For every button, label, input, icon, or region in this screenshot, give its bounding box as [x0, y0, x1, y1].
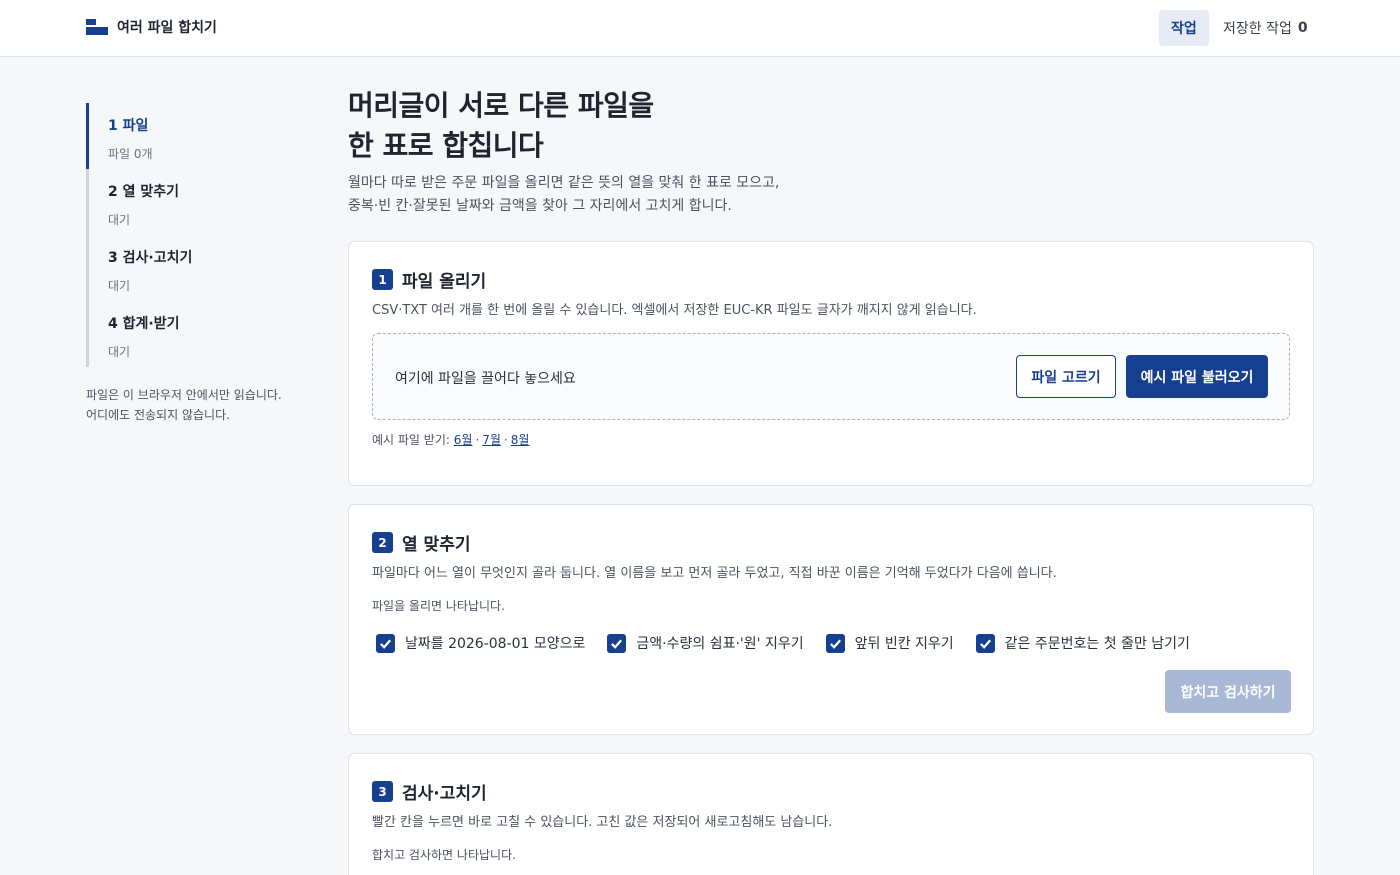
- option-normalize-date[interactable]: 날짜를 2026-08-01 모양으로: [376, 633, 585, 653]
- checkbox-checked-icon[interactable]: [975, 633, 995, 653]
- page-title: 머리글이 서로 다른 파일을 한 표로 합칩니다: [348, 86, 654, 166]
- page-title-line: 머리글이 서로 다른 파일을: [348, 89, 654, 122]
- option-label: 날짜를 2026-08-01 모양으로: [405, 636, 586, 652]
- step-label: 2 열 맞추기: [108, 184, 180, 200]
- brand[interactable]: 여러 파일 합치기: [86, 17, 217, 37]
- mapping-card: 2 열 맞추기 파일마다 어느 열이 무엇인지 골라 둡니다. 열 이름을 보고…: [348, 504, 1314, 735]
- merge-check-button[interactable]: 합치고 검사하기: [1165, 670, 1291, 713]
- step-item-mapping[interactable]: 2 열 맞추기 대기: [86, 169, 306, 235]
- mapping-card-title: 열 맞추기: [402, 535, 471, 555]
- app-logo-icon: [86, 18, 108, 36]
- saved-count: 0: [1297, 20, 1308, 36]
- file-dropzone[interactable]: 여기에 파일을 끌어다 놓으세요 파일 고르기 예시 파일 불러오기: [372, 333, 1290, 420]
- nav-saved-label: 저장한 작업: [1223, 21, 1292, 37]
- separator: ·: [503, 433, 508, 447]
- option-trim-spaces[interactable]: 앞뒤 빈칸 지우기: [825, 633, 954, 653]
- sample-downloads-label: 예시 파일 받기:: [372, 433, 450, 447]
- checkbox-checked-icon[interactable]: [376, 633, 395, 653]
- step-number-badge: 2: [372, 532, 393, 553]
- mapping-card-header: 2 열 맞추기: [372, 530, 470, 555]
- privacy-line: 파일은 이 브라우저 안에서만 읽습니다.: [86, 388, 282, 402]
- sample-downloads: 예시 파일 받기: 6월 · 7월 · 8월: [372, 431, 529, 448]
- step-item-file[interactable]: 1 파일 파일 0개: [86, 103, 306, 169]
- step-number-badge: 1: [372, 269, 393, 290]
- option-dedupe-orders[interactable]: 같은 주문번호는 첫 줄만 남기기: [975, 633, 1190, 653]
- nav-work-button[interactable]: 작업: [1159, 10, 1209, 46]
- step-item-total[interactable]: 4 합계·받기 대기: [86, 301, 306, 367]
- option-label: 앞뒤 빈칸 지우기: [854, 636, 954, 652]
- step-status: 대기: [108, 213, 131, 227]
- separator: ·: [475, 433, 480, 447]
- cleanup-options: 날짜를 2026-08-01 모양으로 금액·수량의 쉼표·'원' 지우기 앞뒤…: [376, 633, 1212, 653]
- step-label: 4 합계·받기: [108, 316, 180, 332]
- upload-card: 1 파일 올리기 CSV·TXT 여러 개를 한 번에 올릴 수 있습니다. 엑…: [348, 241, 1314, 486]
- nav-saved-button[interactable]: 저장한 작업 0: [1211, 10, 1320, 46]
- review-card: 3 검사·고치기 빨간 칸을 누르면 바로 고칠 수 있습니다. 고친 값은 저…: [348, 753, 1314, 875]
- dropzone-text: 여기에 파일을 끌어다 놓으세요: [395, 371, 576, 387]
- load-sample-button[interactable]: 예시 파일 불러오기: [1126, 355, 1268, 398]
- mapping-card-description: 파일마다 어느 열이 무엇인지 골라 둡니다. 열 이름을 보고 먼저 골라 두…: [372, 566, 1057, 581]
- upload-card-title: 파일 올리기: [402, 272, 487, 292]
- privacy-note: 파일은 이 브라우저 안에서만 읽습니다. 어디에도 전송되지 않습니다.: [86, 385, 316, 425]
- mapping-placeholder-hint: 파일을 올리면 나타납니다.: [372, 599, 505, 613]
- step-label: 3 검사·고치기: [108, 250, 193, 266]
- app-title: 여러 파일 합치기: [117, 20, 217, 36]
- page-description: 월마다 따로 받은 주문 파일을 올리면 같은 뜻의 열을 맞춰 한 표로 모으…: [348, 172, 779, 218]
- review-card-header: 3 검사·고치기: [372, 779, 487, 804]
- privacy-line: 어디에도 전송되지 않습니다.: [86, 408, 230, 422]
- option-label: 같은 주문번호는 첫 줄만 남기기: [1004, 636, 1190, 652]
- step-status: 대기: [108, 345, 131, 359]
- sample-link-july[interactable]: 7월: [482, 433, 501, 447]
- step-label: 1 파일: [108, 118, 149, 134]
- step-status: 대기: [108, 279, 131, 293]
- step-nav: 1 파일 파일 0개 2 열 맞추기 대기 3 검사·고치기 대기 4 합계·받…: [86, 103, 306, 367]
- checkbox-checked-icon[interactable]: [825, 633, 845, 653]
- page-desc-line: 월마다 따로 받은 주문 파일을 올리면 같은 뜻의 열을 맞춰 한 표로 모으…: [348, 175, 780, 191]
- choose-file-button[interactable]: 파일 고르기: [1016, 355, 1116, 398]
- checkbox-checked-icon[interactable]: [607, 633, 627, 653]
- top-bar: 여러 파일 합치기 작업 저장한 작업 0: [0, 0, 1400, 57]
- sample-link-august[interactable]: 8월: [511, 433, 530, 447]
- step-item-review[interactable]: 3 검사·고치기 대기: [86, 235, 306, 301]
- page-title-line: 한 표로 합칩니다: [348, 129, 544, 162]
- option-strip-comma-won[interactable]: 금액·수량의 쉼표·'원' 지우기: [607, 633, 804, 653]
- step-status: 파일 0개: [108, 147, 153, 161]
- review-card-description: 빨간 칸을 누르면 바로 고칠 수 있습니다. 고친 값은 저장되어 새로고침해…: [372, 815, 833, 830]
- upload-card-header: 1 파일 올리기: [372, 267, 486, 292]
- sample-link-june[interactable]: 6월: [454, 433, 473, 447]
- page-desc-line: 중복·빈 칸·잘못된 날짜와 금액을 찾아 그 자리에서 고치게 합니다.: [348, 198, 732, 214]
- review-placeholder-hint: 합치고 검사하면 나타납니다.: [372, 848, 516, 862]
- review-card-title: 검사·고치기: [402, 784, 487, 804]
- step-number-badge: 3: [372, 781, 393, 802]
- upload-card-description: CSV·TXT 여러 개를 한 번에 올릴 수 있습니다. 엑셀에서 저장한 E…: [372, 303, 977, 318]
- option-label: 금액·수량의 쉼표·'원' 지우기: [636, 636, 804, 652]
